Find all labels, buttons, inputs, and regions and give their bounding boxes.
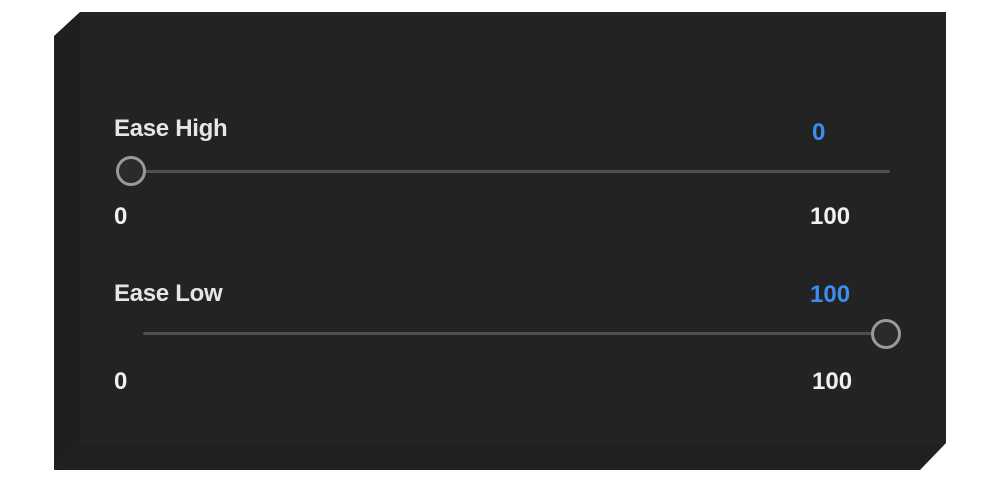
slider-track[interactable] <box>143 332 886 335</box>
panel-bevel-bottom <box>54 443 946 470</box>
slider-max-label: 100 <box>810 203 851 230</box>
slider-min-label: 0 <box>114 203 128 230</box>
slider-value: 100 <box>810 281 851 308</box>
slider-thumb[interactable] <box>116 156 146 186</box>
slider-min-label: 0 <box>114 368 128 395</box>
slider-track[interactable] <box>130 170 890 173</box>
slider-thumb[interactable] <box>871 319 901 349</box>
slider-max-label: 100 <box>812 368 853 395</box>
panel-bevel-left <box>54 12 80 470</box>
slider-label: Ease High <box>114 115 228 142</box>
slider-label: Ease Low <box>114 280 223 307</box>
panel-stage: Ease High 0 0 100 Ease Low 100 0 100 <box>0 0 1000 479</box>
slider-value: 0 <box>812 119 826 146</box>
